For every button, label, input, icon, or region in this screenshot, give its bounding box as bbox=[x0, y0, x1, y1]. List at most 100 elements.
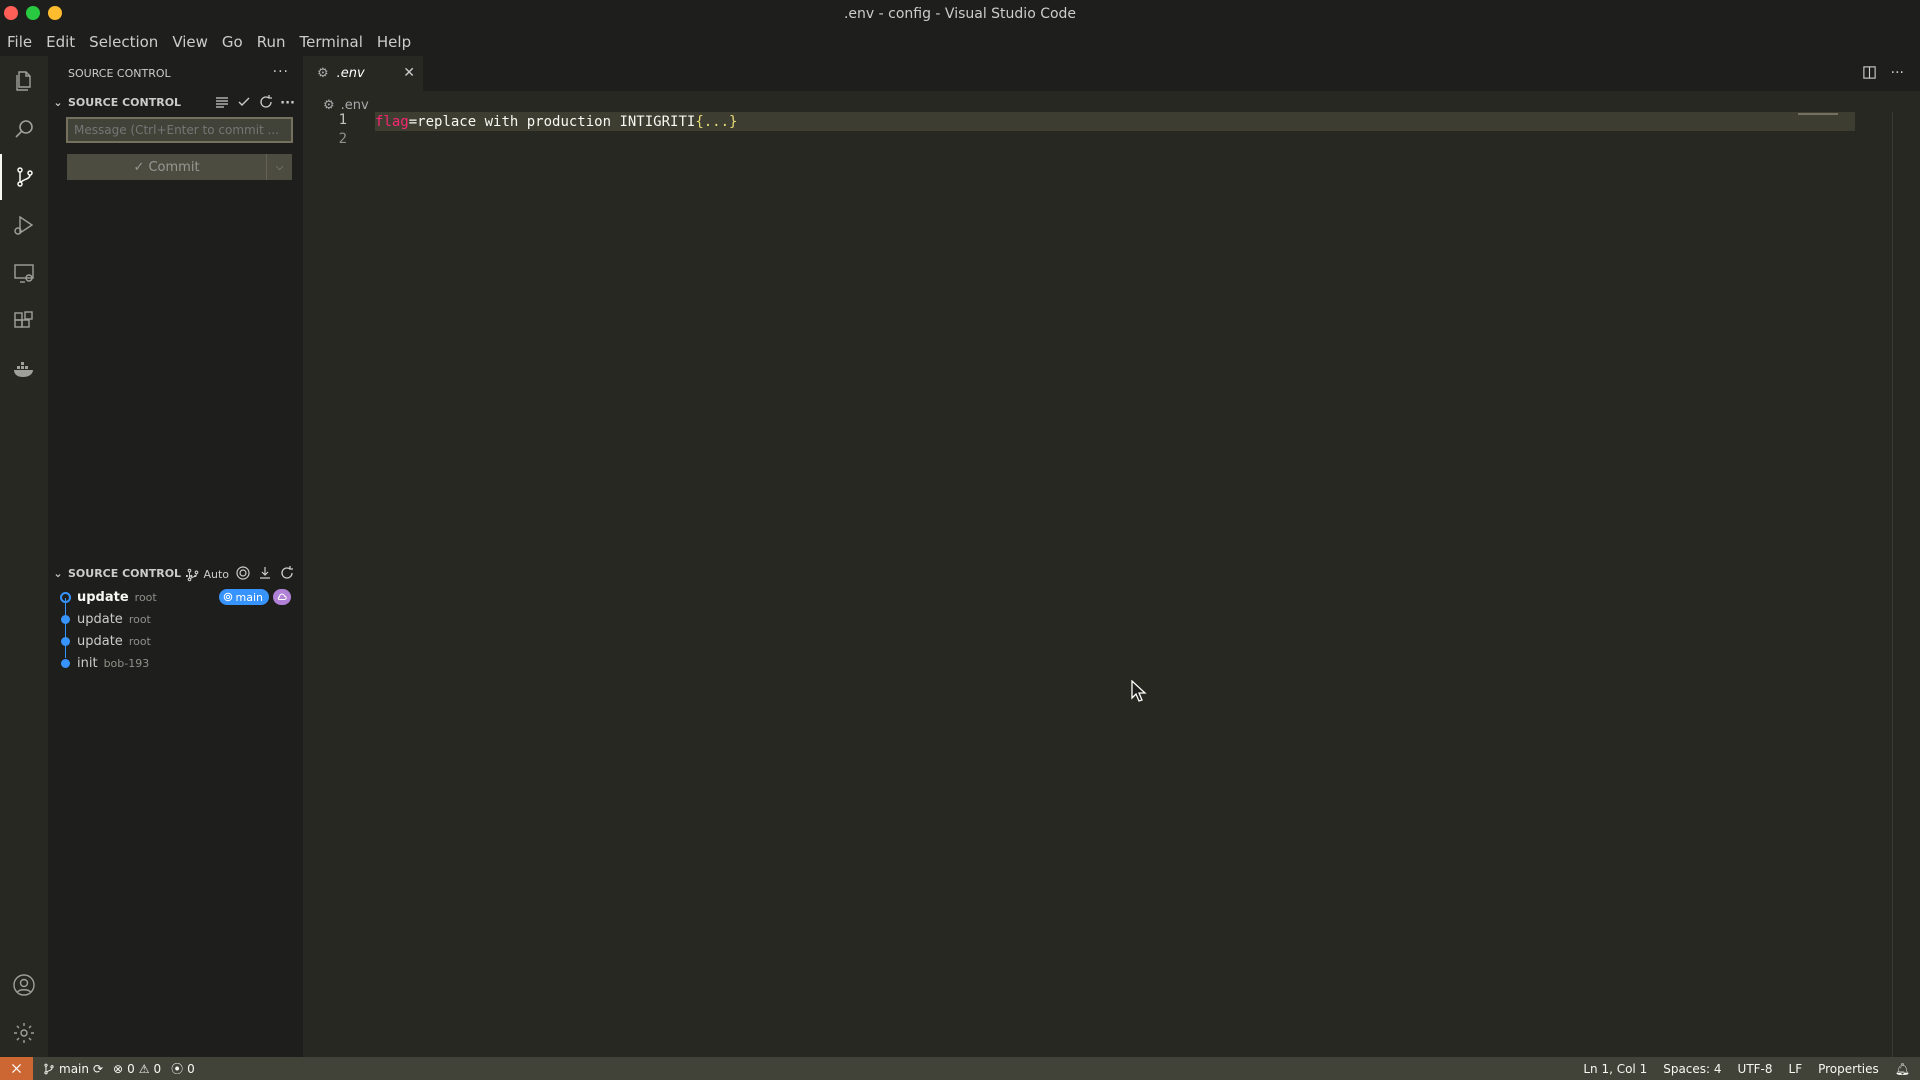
auto-label: Auto bbox=[203, 568, 229, 581]
commit-graph: update root main update root update root… bbox=[48, 586, 303, 674]
menu-bar: File Edit Selection View Go Run Terminal… bbox=[0, 28, 1920, 56]
tab-label: .env bbox=[336, 66, 365, 81]
commit-button[interactable]: ✓ Commit ⌵ bbox=[67, 154, 292, 180]
refresh-icon[interactable] bbox=[258, 94, 274, 113]
ports-icon: ⦿ bbox=[171, 1062, 184, 1076]
line-number: 2 bbox=[338, 131, 347, 147]
commit-message-input[interactable] bbox=[66, 117, 293, 143]
editor-area: ⚙ .env ✕ ··· ⚙ .env 1 flag = replace with … bbox=[303, 56, 1920, 1058]
fetch-icon[interactable] bbox=[257, 565, 273, 584]
editor-actions: ··· bbox=[1862, 65, 1904, 84]
menu-selection[interactable]: Selection bbox=[88, 33, 159, 51]
breadcrumb-file[interactable]: .env bbox=[341, 98, 369, 113]
tab-env[interactable]: ⚙ .env ✕ bbox=[303, 56, 423, 91]
docker-icon[interactable] bbox=[0, 346, 48, 392]
commit-author: root bbox=[128, 612, 151, 626]
end-of-line[interactable]: LF bbox=[1789, 1062, 1803, 1076]
section-more-icon[interactable]: ··· bbox=[280, 96, 295, 111]
view-as-list-icon[interactable] bbox=[214, 94, 230, 113]
settings-file-icon: ⚙ bbox=[317, 66, 329, 81]
commit-row[interactable]: update root main bbox=[48, 586, 303, 608]
commit-node-icon bbox=[60, 592, 71, 603]
run-debug-icon[interactable] bbox=[0, 202, 48, 248]
warning-count: 0 bbox=[153, 1061, 162, 1076]
remote-explorer-icon[interactable] bbox=[0, 250, 48, 296]
commit-row[interactable]: update root bbox=[48, 608, 303, 630]
sidebar-header: SOURCE CONTROL ··· bbox=[48, 56, 303, 91]
env-key: flag bbox=[375, 113, 409, 130]
source-control-graph-header[interactable]: ⌄ SOURCE CONTROL ... Auto bbox=[48, 562, 303, 584]
extensions-icon[interactable] bbox=[0, 298, 48, 344]
encoding[interactable]: UTF-8 bbox=[1738, 1062, 1773, 1076]
commit-check-icon[interactable] bbox=[236, 94, 252, 113]
settings-file-icon: ⚙ bbox=[323, 97, 335, 113]
error-count: 0 bbox=[127, 1061, 135, 1076]
branch-badge: main bbox=[218, 589, 269, 605]
status-bar-right: Ln 1, Col 1 Spaces: 4 UTF-8 LF Propertie… bbox=[1583, 1057, 1920, 1080]
menu-view[interactable]: View bbox=[171, 33, 209, 51]
editor-tabs: ⚙ .env ✕ ··· bbox=[303, 56, 1920, 91]
remote-cloud-icon bbox=[273, 589, 291, 605]
editor-more-icon[interactable]: ··· bbox=[1891, 65, 1904, 84]
line-number: 1 bbox=[338, 112, 347, 128]
env-equals: = bbox=[408, 113, 418, 130]
more-actions-icon[interactable]: ··· bbox=[273, 64, 289, 80]
branch-name: main bbox=[59, 1061, 89, 1076]
commit-title: update bbox=[77, 611, 123, 627]
menu-edit[interactable]: Edit bbox=[45, 33, 76, 51]
code-line[interactable]: 2 bbox=[303, 131, 1920, 150]
commit-title: update bbox=[77, 589, 129, 605]
remote-indicator-icon[interactable] bbox=[0, 1057, 33, 1080]
source-control-section-header[interactable]: ⌄ SOURCE CONTROL ··· bbox=[48, 91, 303, 113]
menu-file[interactable]: File bbox=[6, 33, 33, 51]
go-to-current-icon[interactable] bbox=[235, 565, 251, 584]
chevron-down-icon: ⌄ bbox=[53, 95, 63, 109]
source-control-icon[interactable] bbox=[0, 154, 48, 200]
commit-author: bob-193 bbox=[103, 656, 150, 670]
cursor-position[interactable]: Ln 1, Col 1 bbox=[1583, 1062, 1647, 1076]
env-value-braces: {...} bbox=[695, 113, 738, 130]
code-line[interactable]: 1 flag = replace with production INTIGRITI… bbox=[303, 112, 1920, 131]
menu-terminal[interactable]: Terminal bbox=[299, 33, 364, 51]
commit-author: root bbox=[128, 634, 151, 648]
ports-status[interactable]: ⦿ 0 bbox=[171, 1060, 195, 1077]
indentation[interactable]: Spaces: 4 bbox=[1663, 1062, 1721, 1076]
settings-gear-icon[interactable] bbox=[0, 1010, 48, 1056]
explorer-icon[interactable] bbox=[0, 58, 48, 104]
search-icon[interactable] bbox=[0, 106, 48, 152]
vertical-scrollbar[interactable] bbox=[1892, 112, 1906, 1058]
branch-filter-icon[interactable]: Auto bbox=[186, 568, 229, 582]
commit-node-icon bbox=[61, 637, 70, 646]
activity-bar bbox=[0, 56, 48, 1057]
menu-help[interactable]: Help bbox=[376, 33, 412, 51]
commit-author: root bbox=[134, 590, 157, 604]
code-editor[interactable]: 1 flag = replace with production INTIGRITI… bbox=[303, 112, 1920, 150]
window-title: .env - config - Visual Studio Code bbox=[843, 6, 1077, 22]
menu-go[interactable]: Go bbox=[221, 33, 244, 51]
notifications-bell-icon[interactable]: 🔔︎ bbox=[1895, 1062, 1910, 1076]
sync-icon[interactable]: ⟳ bbox=[93, 1062, 103, 1076]
source-control-sidebar: SOURCE CONTROL ··· ⌄ SOURCE CONTROL ··· … bbox=[48, 56, 303, 1057]
ports-count: 0 bbox=[187, 1061, 195, 1076]
error-icon: ⊗ bbox=[113, 1061, 124, 1076]
close-icon[interactable]: ✕ bbox=[403, 65, 415, 81]
sidebar-title: SOURCE CONTROL bbox=[68, 67, 171, 80]
graph-title: SOURCE CONTROL ... bbox=[68, 566, 198, 580]
split-editor-icon[interactable] bbox=[1862, 65, 1877, 84]
commit-row[interactable]: init bob-193 bbox=[48, 652, 303, 674]
commit-row[interactable]: update root bbox=[48, 630, 303, 652]
minimap[interactable] bbox=[1798, 113, 1838, 115]
chevron-down-icon[interactable]: ⌵ bbox=[266, 154, 292, 180]
current-line-highlight: flag = replace with production INTIGRITI {.… bbox=[375, 112, 1855, 131]
problems-status[interactable]: ⊗ 0 ⚠ 0 bbox=[113, 1062, 161, 1076]
account-icon[interactable] bbox=[0, 962, 48, 1008]
menu-run[interactable]: Run bbox=[256, 33, 287, 51]
title-bar: .env - config - Visual Studio Code bbox=[0, 0, 1920, 28]
commit-node-icon bbox=[61, 659, 70, 668]
branch-status[interactable]: main ⟳ bbox=[43, 1062, 103, 1076]
commit-node-icon bbox=[61, 615, 70, 624]
chevron-down-icon: ⌄ bbox=[53, 566, 63, 580]
language-mode[interactable]: Properties bbox=[1818, 1062, 1879, 1076]
commit-button-label: ✓ Commit bbox=[133, 159, 200, 175]
graph-refresh-icon[interactable] bbox=[279, 565, 295, 584]
